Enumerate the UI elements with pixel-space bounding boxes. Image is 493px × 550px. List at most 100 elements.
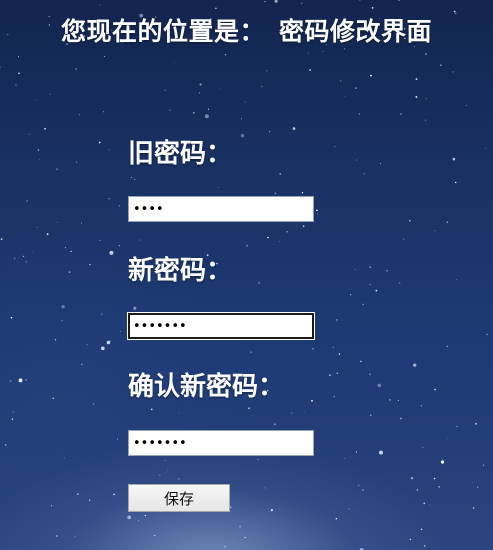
star bbox=[61, 305, 65, 309]
star bbox=[99, 4, 101, 6]
star bbox=[453, 10, 456, 13]
star bbox=[312, 348, 314, 350]
star bbox=[344, 457, 346, 459]
star bbox=[199, 83, 202, 86]
star bbox=[224, 546, 226, 548]
star bbox=[32, 251, 34, 253]
star bbox=[52, 397, 55, 400]
star bbox=[144, 514, 147, 517]
star bbox=[474, 422, 477, 425]
star bbox=[198, 92, 200, 94]
star bbox=[369, 266, 372, 268]
star bbox=[133, 306, 137, 310]
star bbox=[358, 113, 360, 115]
star bbox=[108, 149, 110, 151]
star bbox=[266, 70, 268, 72]
star bbox=[44, 127, 46, 130]
star bbox=[113, 493, 115, 496]
star bbox=[64, 247, 66, 249]
star bbox=[360, 360, 362, 363]
star bbox=[446, 345, 448, 348]
star bbox=[433, 477, 436, 480]
star bbox=[452, 157, 456, 161]
star bbox=[120, 330, 121, 332]
star bbox=[423, 502, 426, 505]
star bbox=[258, 282, 260, 284]
star bbox=[400, 113, 402, 115]
star bbox=[81, 222, 83, 224]
star bbox=[416, 489, 419, 491]
star bbox=[61, 320, 63, 322]
star bbox=[76, 493, 79, 495]
star bbox=[322, 50, 324, 52]
star bbox=[274, 192, 277, 195]
star bbox=[369, 373, 371, 376]
star bbox=[447, 437, 449, 439]
star bbox=[311, 400, 313, 402]
star bbox=[362, 303, 364, 306]
star bbox=[130, 176, 132, 178]
star bbox=[362, 489, 364, 491]
star bbox=[261, 85, 263, 88]
star bbox=[92, 403, 95, 405]
star bbox=[250, 351, 252, 353]
star bbox=[25, 261, 27, 263]
star bbox=[316, 213, 319, 215]
star bbox=[420, 528, 423, 531]
star bbox=[386, 269, 388, 272]
star bbox=[397, 399, 400, 402]
star bbox=[10, 316, 13, 319]
star bbox=[81, 363, 83, 366]
star bbox=[49, 93, 51, 95]
star bbox=[0, 66, 1, 68]
star bbox=[268, 130, 271, 133]
star bbox=[11, 418, 14, 420]
star bbox=[291, 412, 293, 414]
star bbox=[244, 101, 246, 103]
confirm-password-input[interactable] bbox=[128, 430, 314, 456]
star bbox=[207, 108, 209, 110]
old-password-input[interactable] bbox=[128, 196, 314, 222]
star bbox=[363, 173, 365, 175]
star bbox=[434, 230, 436, 232]
star bbox=[240, 133, 245, 138]
star bbox=[264, 1, 266, 3]
star bbox=[309, 69, 311, 71]
star bbox=[307, 52, 309, 54]
star bbox=[301, 192, 304, 194]
star bbox=[70, 250, 72, 253]
star bbox=[224, 53, 227, 56]
star bbox=[239, 525, 242, 528]
new-password-input[interactable] bbox=[128, 313, 314, 339]
star bbox=[167, 469, 169, 471]
star bbox=[217, 187, 219, 188]
star bbox=[270, 508, 274, 512]
star bbox=[137, 520, 139, 522]
star bbox=[422, 446, 424, 448]
star bbox=[355, 451, 357, 453]
star bbox=[4, 444, 7, 446]
star bbox=[106, 340, 111, 345]
star bbox=[18, 72, 20, 75]
star bbox=[403, 238, 405, 240]
star bbox=[332, 346, 334, 348]
star bbox=[264, 487, 266, 489]
star bbox=[36, 226, 38, 228]
old-password-label: 旧密码： bbox=[128, 139, 233, 169]
star bbox=[279, 173, 281, 175]
star bbox=[370, 414, 372, 416]
save-button[interactable]: 保存 bbox=[128, 484, 230, 512]
star bbox=[438, 486, 440, 488]
star bbox=[37, 149, 40, 151]
star bbox=[410, 477, 414, 480]
star bbox=[75, 67, 78, 70]
star bbox=[472, 507, 475, 509]
new-password-label: 新密码： bbox=[128, 256, 233, 286]
star bbox=[244, 536, 246, 539]
star bbox=[274, 0, 278, 3]
star bbox=[335, 517, 338, 520]
star bbox=[415, 95, 418, 98]
star bbox=[375, 289, 378, 292]
star bbox=[273, 423, 276, 426]
star bbox=[101, 313, 103, 315]
